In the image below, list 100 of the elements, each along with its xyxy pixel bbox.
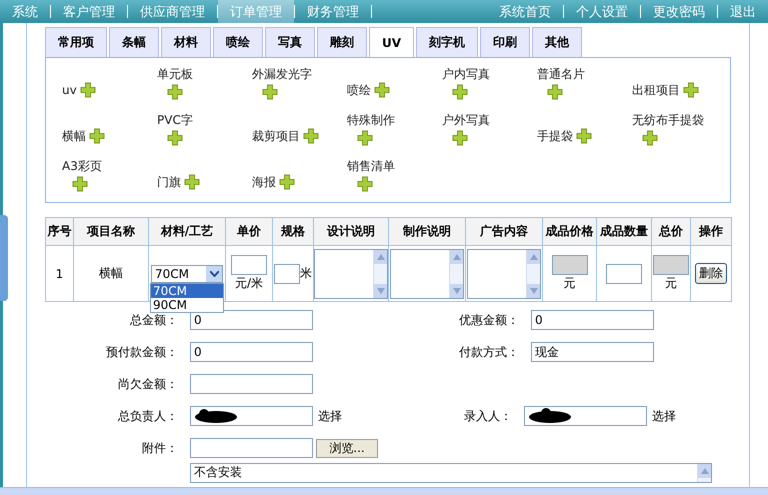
column-header: 规格 (272, 218, 314, 246)
add-icon[interactable] (357, 130, 373, 146)
input-field[interactable] (190, 374, 313, 394)
table-cell: 1 (56, 266, 64, 280)
item-label: PVC字 (157, 112, 193, 129)
add-icon[interactable] (452, 130, 468, 146)
input-field[interactable] (190, 438, 313, 458)
text-area[interactable] (390, 248, 464, 298)
tab[interactable]: 喷绘 (213, 27, 263, 57)
add-icon[interactable] (374, 82, 390, 98)
item-label: 无纺布手提袋 (632, 112, 704, 129)
input-field[interactable]: 0 (531, 310, 654, 330)
item-label: 普通名片 (537, 66, 585, 83)
add-icon[interactable] (303, 128, 319, 144)
column-header: 序号 (46, 218, 74, 246)
scroll-up-icon[interactable] (530, 254, 538, 260)
form-label: 总金额： (129, 312, 179, 328)
item-label: 门旗 (157, 174, 181, 190)
sidebar-toggle[interactable] (0, 215, 8, 301)
form-label: 附件： (141, 440, 179, 456)
input-field[interactable] (190, 406, 313, 426)
input-field[interactable] (524, 406, 647, 426)
add-icon[interactable] (80, 82, 96, 98)
browse-button[interactable]: 浏览... (316, 438, 378, 458)
scroll-up-icon[interactable] (376, 254, 384, 260)
delete-button[interactable]: 删除 (695, 263, 727, 284)
form-label: 优惠金额： (458, 312, 520, 328)
unit-label: 米 (300, 265, 312, 282)
add-icon[interactable] (547, 84, 563, 100)
item-label: 销售清单 (347, 158, 395, 175)
tab[interactable]: 写真 (265, 27, 315, 57)
form-label: 总负责人： (117, 408, 179, 424)
item-label: 户外写真 (442, 112, 490, 129)
column-header: 成品数量 (596, 218, 652, 246)
column-header: 单价 (226, 218, 272, 246)
total-input[interactable] (653, 255, 689, 275)
table-cell: 横幅 (99, 266, 123, 280)
quantity-input[interactable] (606, 264, 642, 284)
scroll-down-icon[interactable] (530, 288, 538, 294)
tab[interactable]: 条幅 (109, 27, 159, 57)
add-icon[interactable] (262, 84, 278, 100)
add-icon[interactable] (642, 130, 658, 146)
form-label: 尚欠金额： (117, 376, 179, 392)
item-label: 户内写真 (442, 66, 490, 83)
tab[interactable]: 印刷 (480, 27, 530, 57)
item-label: 单元板 (157, 66, 193, 83)
price-input[interactable] (552, 255, 588, 275)
add-icon[interactable] (167, 84, 183, 100)
text-area[interactable]: 不含安装 (190, 463, 712, 483)
tab[interactable]: 其他 (532, 27, 582, 57)
item-label: 裁剪项目 (252, 128, 300, 144)
item-label: 海报 (252, 174, 276, 190)
tab[interactable]: 雕刻 (317, 27, 367, 57)
add-icon[interactable] (184, 174, 200, 190)
form-label: 录入人： (463, 408, 513, 424)
add-icon[interactable] (452, 84, 468, 100)
unit-label: 元 (564, 276, 576, 290)
add-icon[interactable] (89, 128, 105, 144)
item-label: 外漏发光字 (252, 66, 312, 83)
add-icon[interactable] (683, 82, 699, 98)
form-label: 预付款金额： (105, 344, 179, 360)
select-link[interactable]: 选择 (652, 408, 676, 424)
add-icon[interactable] (72, 176, 88, 192)
dropdown-option[interactable]: 70CM (151, 284, 223, 298)
input-field[interactable]: 0 (190, 310, 313, 330)
input-field[interactable]: 现金 (531, 342, 654, 362)
size-input[interactable] (274, 264, 300, 284)
item-label: 手提袋 (537, 128, 573, 144)
column-header: 成品价格 (542, 218, 596, 246)
scroll-up-icon[interactable] (452, 254, 460, 260)
item-label: uv (62, 83, 77, 97)
scroll-down-icon[interactable] (452, 288, 460, 294)
add-icon[interactable] (279, 174, 295, 190)
scroll-down-icon[interactable] (376, 288, 384, 294)
form-label: 付款方式： (458, 344, 520, 360)
caret-icon (210, 270, 218, 276)
item-label: 出租项目 (632, 82, 680, 98)
column-header: 设计说明 (314, 218, 388, 246)
tab[interactable]: 刻字机 (416, 27, 478, 57)
scroll-up-icon[interactable] (700, 468, 708, 474)
item-label: 特殊制作 (347, 112, 395, 129)
item-label: A3彩页 (62, 158, 102, 175)
column-header: 总价 (652, 218, 690, 246)
add-icon[interactable] (357, 176, 373, 192)
tab[interactable]: 常用项 (45, 27, 107, 57)
text-area[interactable] (314, 248, 388, 298)
unit-price-input[interactable] (231, 255, 267, 275)
select-link[interactable]: 选择 (318, 408, 342, 424)
add-icon[interactable] (167, 130, 183, 146)
unit-label: 元/米 (234, 276, 264, 290)
add-icon[interactable] (576, 128, 592, 144)
tab[interactable]: UV (369, 27, 414, 57)
column-header: 制作说明 (388, 218, 466, 246)
tab[interactable]: 材料 (161, 27, 211, 57)
material-select[interactable]: 70CM (151, 264, 223, 282)
text-area[interactable] (467, 248, 541, 298)
column-header: 项目名称 (74, 218, 148, 246)
item-label: 喷绘 (347, 82, 371, 98)
horizontal-scrollbar[interactable] (0, 487, 768, 495)
input-field[interactable]: 0 (190, 342, 313, 362)
